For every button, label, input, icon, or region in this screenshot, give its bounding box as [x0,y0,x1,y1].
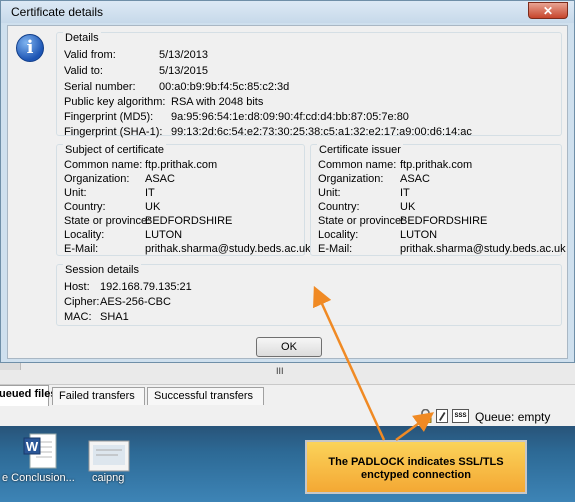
issuer-label: State or province: [318,215,405,227]
session-value: AES-256-CBC [100,296,171,308]
pencil-icon[interactable] [436,409,448,423]
session-group-label: Session details [63,264,141,276]
subject-value: BEDFORDSHIRE [145,215,233,227]
subject-label: State or province: [64,215,151,227]
desktop-icon-label[interactable]: e Conclusion... [2,472,75,484]
splitter-grip[interactable]: III [276,366,284,376]
issuer-label: Common name: [318,159,397,171]
subject-value: ASAC [145,173,175,185]
subject-value: IT [145,187,155,199]
certificate-dialog: Certificate details ✕ i Details Valid fr… [0,0,575,363]
issuer-group: Certificate issuer Common name: ftp.prit… [310,144,566,256]
issuer-value: ASAC [400,173,430,185]
issuer-label: E-Mail: [318,243,353,255]
details-group: Details Valid from: 5/13/2013 Valid to: … [56,32,562,138]
details-label: Public key algorithm: [64,96,166,108]
tab-failed-transfers[interactable]: Failed transfers [52,387,145,405]
dialog-title: Certificate details [11,5,104,19]
session-value: 192.168.79.135:21 [100,281,192,293]
session-label: Host: [64,281,90,293]
callout-line: The PADLOCK indicates SSL/TLS [328,456,504,468]
desktop-icon-label[interactable]: caipng [92,472,124,484]
details-label: Valid to: [64,65,103,77]
issuer-label: Locality: [318,229,359,241]
subject-group: Subject of certificate Common name: ftp.… [56,144,311,256]
details-label: Valid from: [64,49,116,61]
tab-queued-files[interactable]: ueued files [0,385,56,406]
padlock-icon[interactable] [419,409,432,423]
close-button[interactable]: ✕ [528,2,568,19]
issuer-value: prithak.sharma@study.beds.ac.uk [400,243,566,255]
word-document-icon[interactable]: W [22,432,58,470]
subject-label: Organization: [64,173,130,185]
issuer-label: Unit: [318,187,341,199]
ok-button[interactable]: OK [256,337,322,357]
subject-value: ftp.prithak.com [145,159,218,171]
details-value: 9a:95:96:54:1e:d8:09:90:4f:cd:d4:bb:87:0… [171,111,409,123]
issuer-label: Country: [318,201,360,213]
issuer-value: BEDFORDSHIRE [400,215,488,227]
status-bar: SSS Queue: empty [0,406,575,426]
subject-label: E-Mail: [64,243,99,255]
subject-value: LUTON [145,229,183,241]
tab-successful-transfers[interactable]: Successful transfers [147,387,264,405]
issuer-value: LUTON [400,229,438,241]
transfer-tabs: ueued files Failed transfers Successful … [0,384,575,407]
queue-status: Queue: empty [475,410,551,424]
details-value: 5/13/2015 [159,65,208,77]
issuer-value: ftp.prithak.com [400,159,473,171]
issuer-value: UK [400,201,416,213]
issuer-group-label: Certificate issuer [317,144,403,156]
details-value: 99:13:2d:6c:54:e2:73:30:25:38:c5:a1:32:e… [171,126,472,138]
svg-text:W: W [26,439,39,454]
subject-group-label: Subject of certificate [63,144,167,156]
details-group-label: Details [63,32,101,44]
dialog-client-area: i Details Valid from: 5/13/2013 Valid to… [7,25,568,359]
session-label: MAC: [64,311,92,323]
session-value: SHA1 [100,311,129,323]
details-value: 00:a0:b9:9b:f4:5c:85:c2:3d [159,81,290,93]
issuer-label: Organization: [318,173,384,185]
details-label: Fingerprint (MD5): [64,111,154,123]
subject-value: UK [145,201,161,213]
dialog-titlebar[interactable]: Certificate details [1,1,574,23]
session-group: Session details Host: 192.168.79.135:21 … [56,264,562,326]
subject-label: Common name: [64,159,143,171]
callout-line: enctyped connection [360,469,472,481]
image-file-icon[interactable] [88,440,130,472]
subject-label: Locality: [64,229,105,241]
subject-label: Country: [64,201,106,213]
subject-value: prithak.sharma@study.beds.ac.uk [145,243,311,255]
session-label: Cipher: [64,296,100,308]
info-icon: i [16,34,44,62]
issuer-value: IT [400,187,410,199]
details-label: Fingerprint (SHA-1): [64,126,163,138]
details-label: Serial number: [64,81,136,93]
speed-limit-icon[interactable]: SSS [452,409,469,423]
details-value: RSA with 2048 bits [171,96,264,108]
subject-label: Unit: [64,187,87,199]
details-value: 5/13/2013 [159,49,208,61]
annotation-callout: The PADLOCK indicates SSL/TLS enctyped c… [305,440,527,494]
